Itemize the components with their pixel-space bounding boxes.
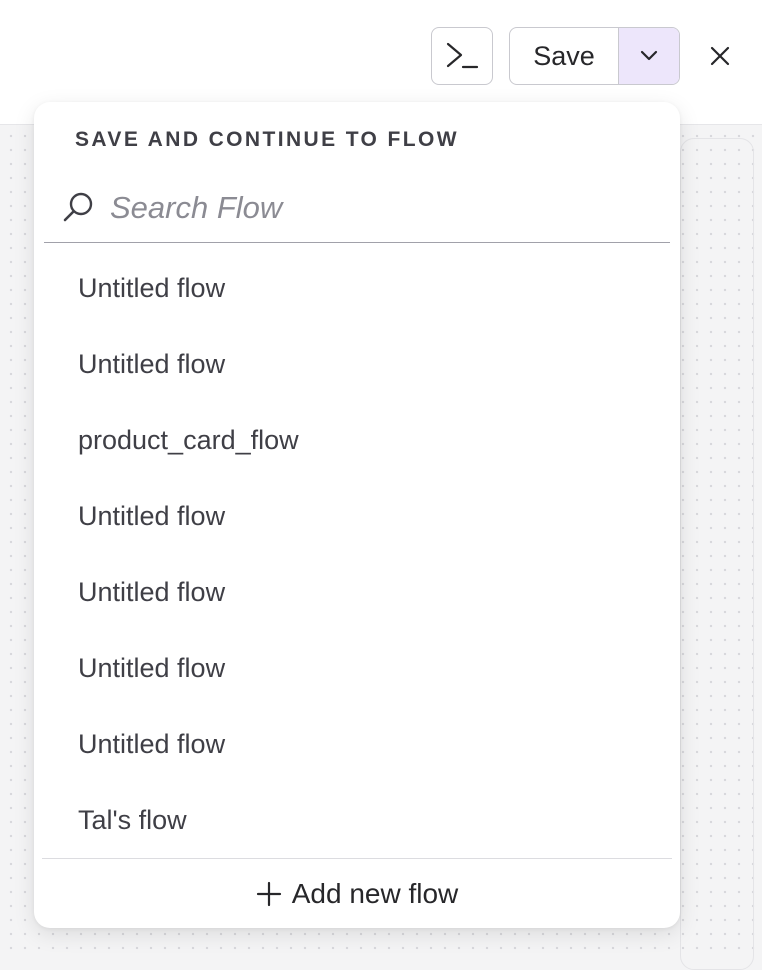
flow-item[interactable]: Untitled flow	[34, 250, 680, 326]
add-new-flow-label: Add new flow	[291, 878, 459, 909]
flow-item[interactable]: Tal's flow	[34, 782, 680, 858]
search-icon	[63, 192, 93, 222]
canvas-panel	[680, 138, 754, 970]
save-split-button: Save	[509, 27, 680, 85]
flow-item[interactable]: Untitled flow	[34, 478, 680, 554]
flow-item[interactable]: Untitled flow	[34, 326, 680, 402]
add-new-flow-button[interactable]: Add new flow	[34, 860, 680, 928]
plus-icon	[256, 881, 282, 907]
search-field	[44, 174, 670, 243]
flow-item[interactable]: Untitled flow	[34, 554, 680, 630]
terminal-icon	[446, 42, 479, 69]
flow-item[interactable]: Untitled flow	[34, 706, 680, 782]
flow-list: Untitled flow Untitled flow product_card…	[34, 250, 680, 858]
search-input[interactable]	[110, 184, 650, 232]
flow-item[interactable]: Untitled flow	[34, 630, 680, 706]
dropdown-title: SAVE AND CONTINUE TO FLOW	[75, 128, 459, 151]
close-icon	[710, 46, 730, 66]
save-options-button[interactable]	[619, 28, 679, 84]
divider	[42, 858, 672, 859]
terminal-button[interactable]	[431, 27, 493, 85]
flow-item[interactable]: product_card_flow	[34, 402, 680, 478]
save-button[interactable]: Save	[510, 28, 619, 84]
chevron-down-icon	[640, 50, 658, 61]
save-to-flow-dropdown: SAVE AND CONTINUE TO FLOW Untitled flow …	[34, 102, 680, 928]
close-button[interactable]	[704, 40, 736, 72]
